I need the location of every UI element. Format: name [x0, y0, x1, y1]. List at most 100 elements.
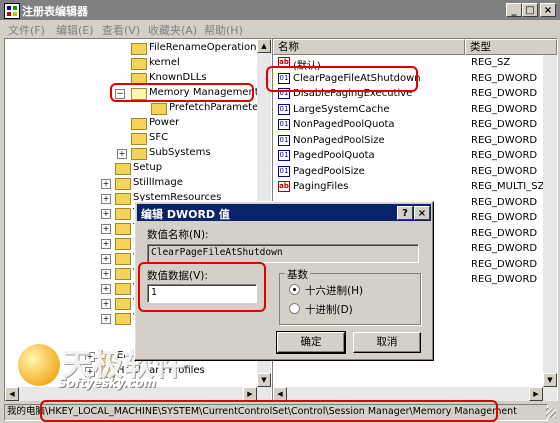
expand-toggle[interactable]: +: [101, 194, 111, 204]
string-value-icon: ab: [278, 181, 290, 192]
tree-item-label: FileRenameOperations: [149, 42, 262, 53]
list-row[interactable]: 01 PagedPoolSize REG_DWORD: [273, 164, 543, 179]
watermark-logo-icon: [18, 344, 60, 386]
list-vertical-scrollbar[interactable]: ▼: [543, 55, 557, 401]
expand-toggle[interactable]: +: [101, 179, 111, 189]
scroll-down-arrow-icon[interactable]: ▼: [257, 373, 271, 387]
decimal-radio-label[interactable]: 十进制(D): [305, 302, 353, 317]
list-row[interactable]: 01 NonPagedPoolSize REG_DWORD: [273, 133, 543, 148]
menu-help[interactable]: 帮助(H): [204, 22, 243, 38]
tree-item-label: Setup: [133, 162, 163, 173]
scroll-down-arrow-icon[interactable]: ▼: [543, 373, 557, 387]
value-type: REG_DWORD: [471, 72, 538, 84]
folder-icon: [115, 163, 131, 175]
value-name-label: 数值名称(N):: [147, 229, 209, 241]
tree-item-label: KnownDLLs: [149, 72, 207, 83]
title-bar[interactable]: 注册表编辑器 _ □ ×: [0, 0, 560, 20]
value-name: NonPagedPoolSize: [293, 134, 385, 146]
folder-icon: [115, 313, 131, 325]
expand-toggle[interactable]: +: [101, 239, 111, 249]
hex-radio[interactable]: [289, 284, 300, 295]
expand-toggle[interactable]: +: [101, 314, 111, 324]
value-type: REG_DWORD: [471, 119, 538, 130]
scroll-left-arrow-icon[interactable]: ◀: [5, 387, 19, 401]
scroll-right-arrow-icon[interactable]: ▶: [243, 387, 257, 401]
folder-icon: [115, 208, 131, 220]
value-type: REG_DWORD: [471, 103, 538, 115]
value-type: REG_DWORD: [471, 274, 538, 285]
dialog-title-bar[interactable]: 编辑 DWORD 值 ? ×: [137, 204, 431, 221]
registry-editor-window: 注册表编辑器 _ □ × 文件(F) 编辑(E) 查看(V) 收藏夹(A) 帮助…: [0, 0, 560, 423]
resize-grip-icon[interactable]: [546, 408, 556, 418]
value-type: REG_DWORD: [471, 227, 538, 239]
value-type: REG_DWORD: [471, 258, 538, 270]
value-type: REG_DWORD: [471, 134, 538, 146]
menu-edit[interactable]: 编辑(E): [56, 22, 94, 38]
value-name-field: ClearPageFileAtShutdown: [147, 244, 419, 263]
tree-item-label: Power: [149, 117, 180, 128]
scroll-right-arrow-icon[interactable]: ▶: [529, 387, 543, 401]
scroll-up-arrow-icon[interactable]: ▲: [257, 39, 271, 53]
annotation-value-data: [138, 262, 266, 312]
value-name: PagedPoolQuota: [293, 150, 375, 161]
column-header-type[interactable]: 类型: [465, 39, 557, 55]
folder-icon: [131, 118, 147, 130]
value-type: REG_SZ: [471, 57, 511, 68]
list-row[interactable]: ab PagingFiles REG_MULTI_SZ: [273, 179, 545, 194]
folder-icon: [115, 268, 131, 280]
expand-toggle[interactable]: +: [101, 224, 111, 234]
list-horizontal-scrollbar[interactable]: ◀ ▶: [273, 387, 543, 401]
annotation-clear-pagefile: [266, 66, 418, 92]
list-row[interactable]: 01 PagedPoolQuota REG_DWORD: [273, 148, 543, 163]
folder-icon: [115, 178, 131, 190]
menu-bar: 文件(F) 编辑(E) 查看(V) 收藏夹(A) 帮助(H): [0, 20, 560, 38]
maximize-button[interactable]: □: [522, 3, 538, 17]
annotation-status-path: [40, 400, 498, 422]
tree-item-label: kernel: [149, 57, 180, 68]
folder-icon: [131, 148, 147, 160]
expand-toggle[interactable]: +: [101, 284, 111, 294]
menu-file[interactable]: 文件(F): [8, 22, 45, 38]
expand-toggle[interactable]: +: [101, 254, 111, 264]
folder-icon: [115, 253, 131, 265]
dialog-title: 编辑 DWORD 值: [141, 208, 230, 221]
decimal-radio[interactable]: [289, 303, 300, 314]
folder-icon: [131, 58, 147, 70]
close-button[interactable]: ×: [540, 3, 556, 17]
expand-toggle[interactable]: +: [117, 149, 127, 159]
base-label: 基数: [285, 267, 310, 282]
binary-value-icon: 01: [278, 119, 290, 130]
scroll-left-arrow-icon[interactable]: ◀: [273, 387, 287, 401]
tree-item-label: PrefetchParameter: [169, 102, 263, 113]
binary-value-icon: 01: [278, 134, 290, 146]
menu-favorites[interactable]: 收藏夹(A): [148, 22, 197, 38]
column-header-name[interactable]: 名称: [273, 39, 465, 55]
cancel-button[interactable]: 取消: [353, 332, 421, 353]
dialog-help-button[interactable]: ?: [397, 206, 413, 220]
menu-view[interactable]: 查看(V): [102, 22, 140, 38]
value-name: NonPagedPoolQuota: [293, 119, 395, 130]
tree-item-label: SFC: [149, 132, 169, 143]
binary-value-icon: 01: [278, 103, 290, 115]
expand-toggle[interactable]: +: [101, 209, 111, 219]
hex-radio-label[interactable]: 十六进制(H): [305, 283, 363, 298]
tree-item-label: StillImage: [133, 177, 183, 188]
folder-icon: [151, 103, 167, 115]
expand-toggle[interactable]: +: [101, 299, 111, 309]
list-row[interactable]: 01 LargeSystemCache REG_DWORD: [273, 102, 543, 117]
value-name: PagedPoolSize: [293, 165, 365, 177]
value-type: REG_DWORD: [471, 88, 538, 99]
folder-icon: [115, 193, 131, 205]
ok-button[interactable]: 确定: [276, 331, 346, 354]
dialog-close-button[interactable]: ×: [414, 206, 430, 220]
expand-toggle[interactable]: +: [101, 269, 111, 279]
binary-value-icon: 01: [278, 150, 290, 161]
folder-icon: [115, 298, 131, 310]
list-row[interactable]: 01 NonPagedPoolQuota REG_DWORD: [273, 117, 543, 132]
watermark-en-text: Softyesky.com: [58, 376, 157, 390]
value-type: REG_MULTI_SZ: [471, 181, 545, 192]
window-title: 注册表编辑器: [22, 5, 88, 18]
minimize-button[interactable]: _: [506, 3, 522, 17]
regedit-app-icon: [4, 3, 20, 19]
folder-icon: [131, 43, 147, 55]
